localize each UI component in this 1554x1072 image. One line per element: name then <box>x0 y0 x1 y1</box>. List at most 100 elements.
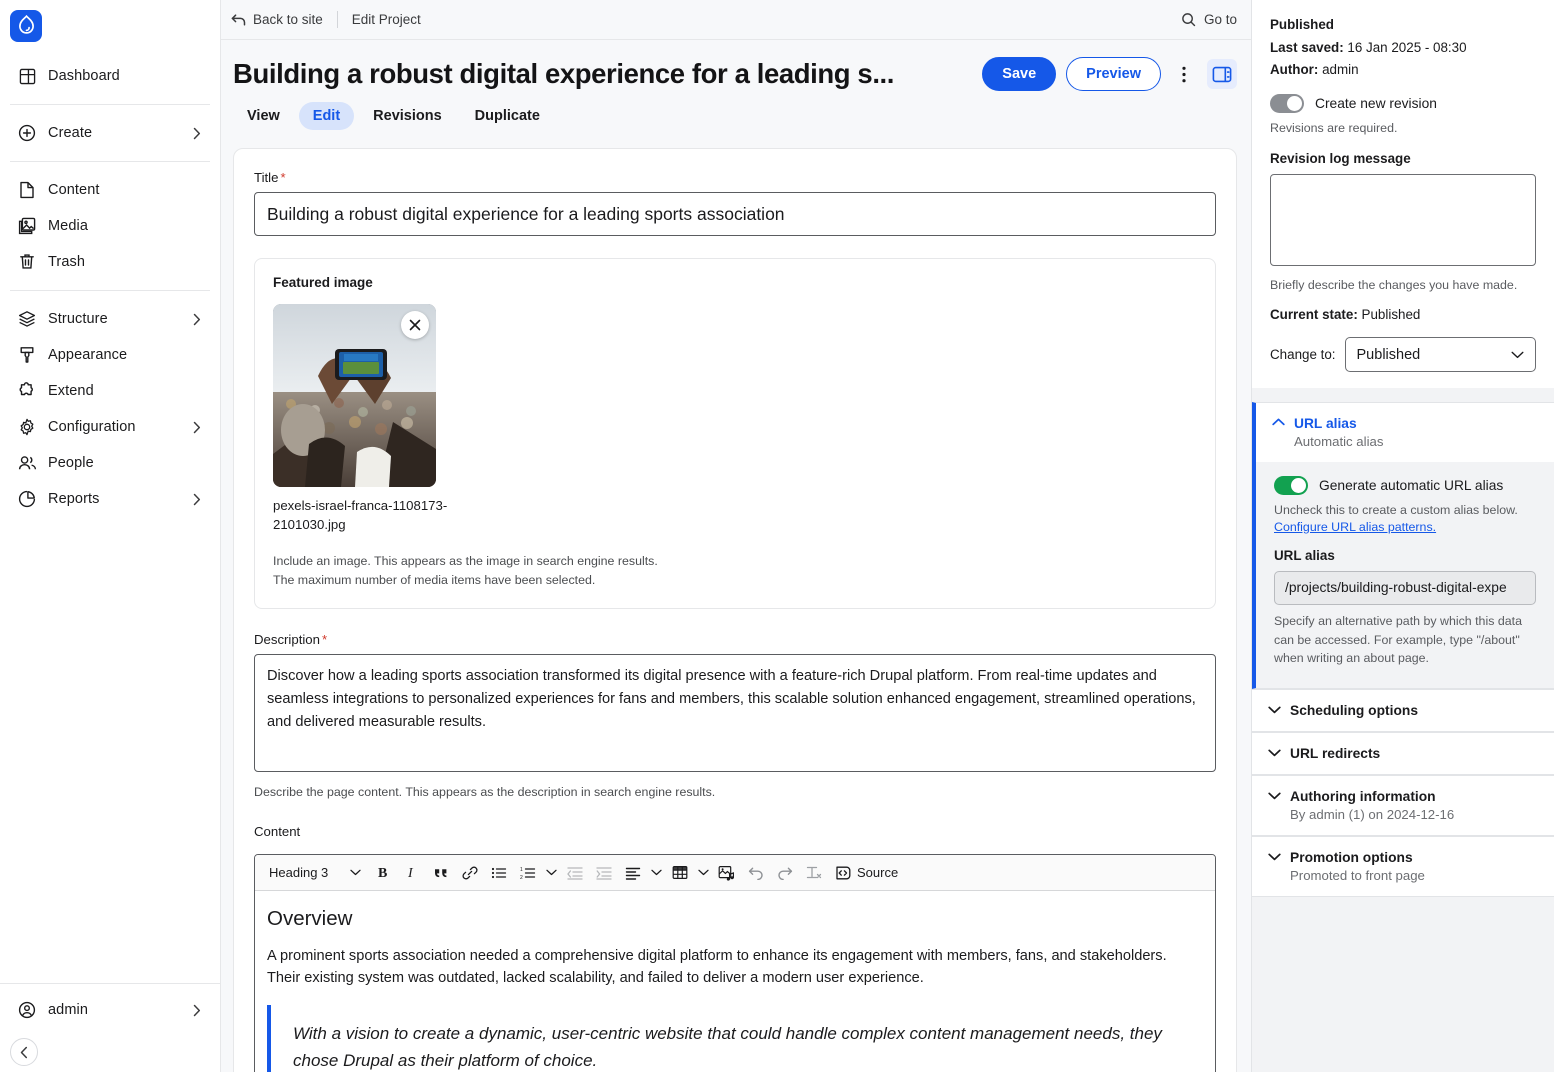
table-chevron-down-icon[interactable] <box>695 860 711 886</box>
author-row: Author: admin <box>1270 59 1536 82</box>
puzzle-icon <box>16 381 38 401</box>
tab-view[interactable]: View <box>233 102 294 130</box>
back-to-site-link[interactable]: Back to site <box>231 12 323 27</box>
svg-text:1: 1 <box>520 867 523 873</box>
tab-edit[interactable]: Edit <box>298 102 355 130</box>
outdent-icon[interactable] <box>561 860 588 886</box>
current-state-value: Published <box>1361 306 1421 322</box>
sidebar-item-structure[interactable]: Structure <box>8 301 212 337</box>
sidebar-item-dashboard[interactable]: Dashboard <box>8 58 212 94</box>
tab-duplicate[interactable]: Duplicate <box>461 102 554 130</box>
page-header: Building a robust digital experience for… <box>221 40 1251 130</box>
list-options-chevron-down-icon[interactable] <box>543 860 559 886</box>
blockquote-icon[interactable] <box>427 860 454 886</box>
section-authoring-information-header[interactable]: Authoring information By admin (1) on 20… <box>1252 776 1554 835</box>
remove-format-icon[interactable] <box>800 860 827 886</box>
breadcrumb-current[interactable]: Edit Project <box>352 12 421 27</box>
content-field-group: Content Heading 3 B I 1 2 Source Overvie… <box>254 823 1216 1072</box>
sidebar-item-create[interactable]: Create <box>8 115 212 151</box>
sidebar-item-extend[interactable]: Extend <box>8 373 212 409</box>
goto-search-button[interactable]: Go to <box>1181 12 1237 27</box>
section-scheduling-options-header[interactable]: Scheduling options <box>1252 690 1554 731</box>
author-value: admin <box>1322 62 1359 78</box>
revision-log-textarea[interactable] <box>1270 174 1536 267</box>
chevron-down-icon <box>1268 703 1281 714</box>
page-tabs: View Edit Revisions Duplicate <box>233 91 1237 130</box>
numbered-list-icon[interactable]: 1 2 <box>514 860 541 886</box>
sidebar-item-configuration[interactable]: Configuration <box>8 409 212 445</box>
section-url-alias: URL alias Automatic alias Generate autom… <box>1252 402 1554 689</box>
section-scheduling-options-title: Scheduling options <box>1290 702 1418 718</box>
url-alias-help: Specify an alternative path by which thi… <box>1274 613 1522 666</box>
trash-icon <box>16 252 38 272</box>
sidebar-item-appearance[interactable]: Appearance <box>8 337 212 373</box>
more-vertical-icon[interactable] <box>1171 59 1197 89</box>
table-icon[interactable] <box>666 860 693 886</box>
featured-image-item: pexels-israel-franca-1108173-2101030.jpg <box>273 304 447 534</box>
create-revision-note: Revisions are required. <box>1270 120 1398 135</box>
nav-group-create: Create <box>0 111 220 155</box>
source-button[interactable]: Source <box>829 860 904 886</box>
remove-image-button[interactable] <box>401 311 429 339</box>
author-label: Author: <box>1270 62 1319 78</box>
section-promotion-options-header[interactable]: Promotion options Promoted to front page <box>1252 837 1554 896</box>
chevron-down-icon <box>1511 351 1524 359</box>
sidebar-collapse-button[interactable] <box>10 1038 38 1066</box>
url-alias-label: URL alias <box>1274 547 1335 563</box>
status-badge: Published <box>1270 17 1334 32</box>
publishing-status-panel: Published Last saved: 16 Jan 2025 - 08:3… <box>1252 0 1554 389</box>
sidebar-divider-3 <box>10 290 210 291</box>
url-alias-input[interactable] <box>1274 570 1536 605</box>
drupal-droplet-icon[interactable] <box>10 10 42 42</box>
svg-text:B: B <box>378 866 387 880</box>
redo-icon[interactable] <box>771 860 798 886</box>
change-to-row: Change to: Published <box>1270 337 1536 373</box>
indent-icon[interactable] <box>590 860 617 886</box>
generate-auto-alias-toggle[interactable] <box>1274 476 1308 496</box>
node-edit-form-card: Title* Featured image <box>233 148 1237 1072</box>
configure-url-alias-patterns-link[interactable]: Configure URL alias patterns. <box>1274 520 1536 534</box>
tab-revisions[interactable]: Revisions <box>359 102 456 130</box>
bold-icon[interactable]: B <box>369 860 396 886</box>
save-button[interactable]: Save <box>982 57 1057 91</box>
section-url-redirects: URL redirects <box>1252 731 1554 775</box>
link-icon[interactable] <box>456 860 483 886</box>
bulleted-list-icon[interactable] <box>485 860 512 886</box>
change-to-label: Change to: <box>1270 346 1336 362</box>
insert-media-icon[interactable] <box>713 860 740 886</box>
sidebar-item-trash[interactable]: Trash <box>8 244 212 280</box>
sidebar-item-label: Create <box>48 125 93 141</box>
source-code-icon <box>835 865 852 881</box>
sidebar-item-reports[interactable]: Reports <box>8 481 212 517</box>
auto-alias-note: Uncheck this to create a custom alias be… <box>1274 503 1518 518</box>
section-url-alias-subtitle: Automatic alias <box>1294 434 1384 450</box>
form-scroll-area[interactable]: Title* Featured image <box>221 130 1251 1072</box>
section-scheduling-options: Scheduling options <box>1252 688 1554 732</box>
section-url-redirects-header[interactable]: URL redirects <box>1252 733 1554 774</box>
sidebar-item-media[interactable]: Media <box>8 208 212 244</box>
page-actions: Save Preview <box>982 54 1237 91</box>
ckeditor-editable-area[interactable]: Overview A prominent sports association … <box>255 891 1215 1072</box>
content-field-label: Content <box>254 824 301 840</box>
align-chevron-down-icon[interactable] <box>648 860 664 886</box>
preview-button[interactable]: Preview <box>1066 57 1161 91</box>
section-url-alias-body: Generate automatic URL alias Uncheck thi… <box>1256 462 1554 688</box>
title-input[interactable] <box>254 192 1216 236</box>
italic-icon[interactable]: I <box>398 860 425 886</box>
description-textarea[interactable] <box>254 653 1216 772</box>
side-panel-icon[interactable] <box>1207 59 1237 89</box>
section-authoring-information-title: Authoring information <box>1290 788 1436 804</box>
create-revision-toggle[interactable] <box>1270 93 1304 113</box>
section-url-alias-header[interactable]: URL alias Automatic alias <box>1256 403 1554 462</box>
generate-auto-alias-label: Generate automatic URL alias <box>1319 478 1504 494</box>
paragraph-style-dropdown[interactable]: Heading 3 <box>263 860 367 886</box>
sidebar-item-people[interactable]: People <box>8 445 212 481</box>
last-saved-value: 16 Jan 2025 - 08:30 <box>1347 39 1467 55</box>
back-to-site-label: Back to site <box>253 12 323 27</box>
sidebar-item-content[interactable]: Content <box>8 172 212 208</box>
paragraph-style-value: Heading 3 <box>269 865 329 881</box>
text-align-icon[interactable] <box>619 860 646 886</box>
undo-icon[interactable] <box>742 860 769 886</box>
change-to-select[interactable]: Published <box>1344 337 1536 373</box>
sidebar-item-account[interactable]: admin <box>8 992 212 1028</box>
